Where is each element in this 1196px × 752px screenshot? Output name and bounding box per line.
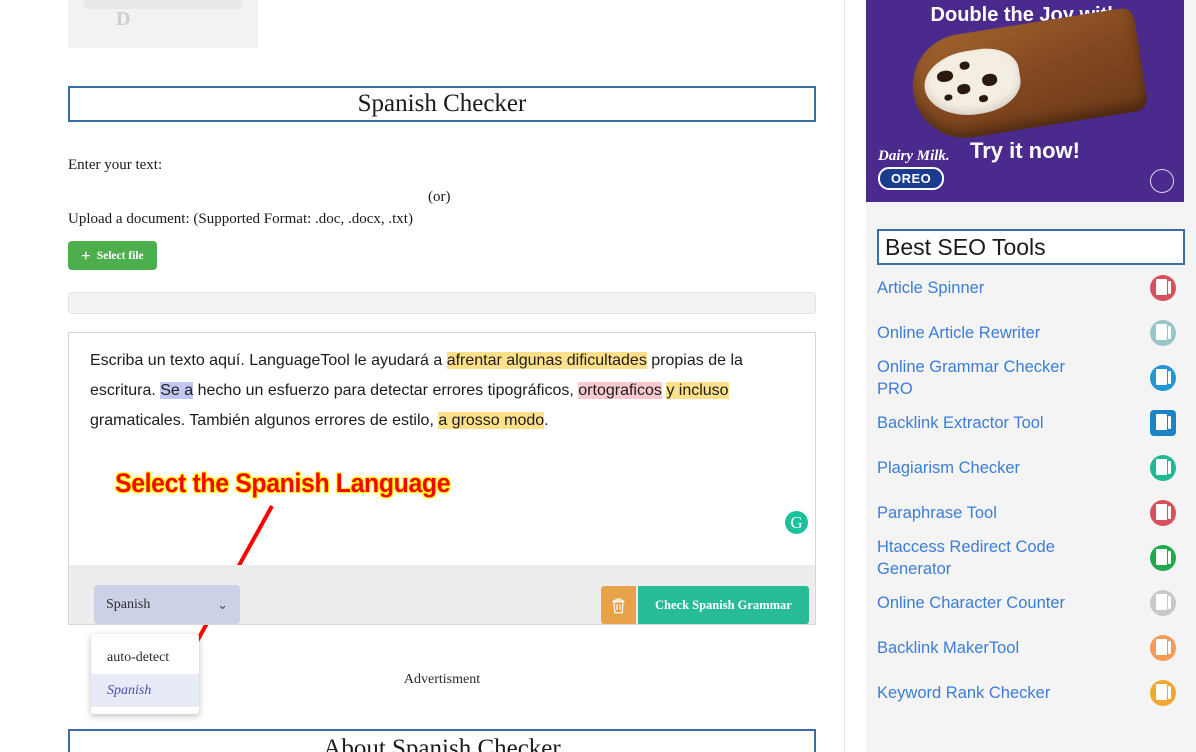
- backlink-maker-icon: [1150, 634, 1176, 661]
- chevron-down-icon: ⌄: [217, 596, 228, 612]
- article-spinner-icon: [1150, 274, 1176, 301]
- sidebar-item-label[interactable]: Htaccess Redirect Code Generator: [877, 536, 1092, 580]
- grammar-checker-icon: [1150, 364, 1176, 391]
- character-counter-icon: [1150, 589, 1176, 616]
- about-title-text: About Spanish Checker: [323, 735, 561, 752]
- column-divider: [844, 0, 845, 752]
- clear-text-button[interactable]: [601, 586, 636, 624]
- seo-tools-card: Best SEO Tools Article Spinner Online Art…: [877, 229, 1185, 715]
- language-dropdown-menu[interactable]: auto-detect Spanish: [91, 634, 199, 714]
- sidebar-item-label[interactable]: Backlink MakerTool: [877, 637, 1019, 659]
- editor-highlight-pink: ortograficos: [578, 382, 662, 399]
- seo-tools-heading-text: Best SEO Tools: [885, 233, 1046, 260]
- page-title-text: Spanish Checker: [357, 90, 527, 117]
- upload-document-label: Upload a document: (Supported Format: .d…: [68, 211, 413, 227]
- editor-text-run: .: [544, 412, 549, 429]
- htaccess-icon: [1150, 544, 1176, 571]
- or-label: (or): [428, 189, 451, 205]
- seo-tools-list: Article Spinner Online Article Rewriter On…: [877, 265, 1185, 715]
- sidebar-item-label[interactable]: Article Spinner: [877, 277, 984, 299]
- sidebar-item-3[interactable]: Backlink Extractor Tool: [877, 400, 1185, 445]
- keyword-rank-icon: [1150, 679, 1176, 706]
- main-content-column: Du ufts D Duolingo English Test VISIT SI…: [0, 0, 845, 752]
- language-select-value: Spanish: [106, 596, 151, 612]
- page-root: Du ufts D Duolingo English Test VISIT SI…: [0, 0, 1196, 752]
- select-file-label: Select file: [96, 249, 144, 262]
- editor-highlight-yellow: y incluso: [666, 382, 729, 399]
- sidebar-advertisement[interactable]: Double the Joy with Try it now! Dairy Mi…: [866, 0, 1184, 202]
- enter-text-label: Enter your text:: [68, 157, 163, 173]
- sidebar-item-8[interactable]: Backlink MakerTool: [877, 625, 1185, 670]
- halal-icon: [1150, 169, 1174, 193]
- grammarly-icon[interactable]: G: [785, 511, 808, 534]
- sidebar-item-0[interactable]: Article Spinner: [877, 265, 1185, 310]
- thumb-bottom-text: D: [116, 8, 131, 30]
- sidebar-item-9[interactable]: Keyword Rank Checker: [877, 670, 1185, 715]
- editor-text-run: gramaticales. También algunos errores de…: [90, 412, 439, 429]
- about-section-title: About Spanish Checker: [68, 729, 816, 752]
- plagiarism-checker-icon: [1150, 454, 1176, 481]
- sidebar-item-5[interactable]: Paraphrase Tool: [877, 490, 1185, 535]
- trash-icon: [612, 598, 625, 613]
- page-title: Spanish Checker: [68, 86, 816, 122]
- dropdown-option-1[interactable]: Spanish: [91, 674, 199, 707]
- sidebar-item-label[interactable]: Online Article Rewriter: [877, 322, 1040, 344]
- ad-brand-name: Dairy Milk.: [878, 148, 950, 164]
- sidebar-item-2[interactable]: Online Grammar Checker PRO: [877, 355, 1185, 400]
- top-ad-thumbnail: Du ufts D: [68, 0, 258, 48]
- ad-brand-logo: Dairy Milk. OREO: [878, 148, 998, 190]
- sidebar-item-label[interactable]: Plagiarism Checker: [877, 457, 1020, 479]
- sidebar-item-1[interactable]: Online Article Rewriter: [877, 310, 1185, 355]
- sidebar-item-7[interactable]: Online Character Counter: [877, 580, 1185, 625]
- article-rewriter-icon: [1150, 319, 1176, 346]
- top-advertisement[interactable]: Du ufts D Duolingo English Test VISIT SI…: [68, 0, 828, 48]
- editor-content[interactable]: Escriba un texto aquí. LanguageTool le a…: [90, 346, 790, 436]
- sidebar: Double the Joy with Try it now! Dairy Mi…: [866, 0, 1196, 752]
- sidebar-item-label[interactable]: Paraphrase Tool: [877, 502, 997, 524]
- editor-highlight-yellow: a grosso modo: [438, 412, 545, 429]
- plus-icon: +: [81, 246, 91, 265]
- sidebar-item-label[interactable]: Online Character Counter: [877, 592, 1065, 614]
- editor-text-run: hecho un esfuerzo para detectar errores …: [193, 382, 579, 399]
- editor-text-run: Escriba un texto aquí. LanguageTool le a…: [90, 352, 447, 369]
- sidebar-item-label[interactable]: Online Grammar Checker PRO: [877, 356, 1092, 400]
- check-grammar-label: Check Spanish Grammar: [655, 597, 792, 612]
- laptop-base-graphic: [84, 0, 242, 9]
- language-select[interactable]: Spanish ⌄: [94, 585, 240, 624]
- select-file-button[interactable]: + Select file: [68, 241, 157, 270]
- ad-sub-brand: OREO: [878, 167, 945, 190]
- backlink-extractor-icon: [1150, 409, 1176, 436]
- dropdown-option-0[interactable]: auto-detect: [91, 641, 199, 674]
- paraphrase-tool-icon: [1150, 499, 1176, 526]
- sidebar-item-label[interactable]: Keyword Rank Checker: [877, 682, 1050, 704]
- editor-highlight-yellow: afrentar algunas dificultades: [446, 352, 647, 369]
- sidebar-item-6[interactable]: Htaccess Redirect Code Generator: [877, 535, 1185, 580]
- seo-tools-heading: Best SEO Tools: [877, 229, 1185, 265]
- editor-toolbar-strip[interactable]: [68, 292, 816, 314]
- check-grammar-button[interactable]: Check Spanish Grammar: [638, 586, 809, 624]
- editor-highlight-blue: Se a: [160, 382, 194, 399]
- sidebar-item-label[interactable]: Backlink Extractor Tool: [877, 412, 1044, 434]
- annotation-text: Select the Spanish Language: [115, 468, 451, 498]
- sidebar-item-4[interactable]: Plagiarism Checker: [877, 445, 1185, 490]
- chocolate-bar-graphic: [905, 6, 1149, 146]
